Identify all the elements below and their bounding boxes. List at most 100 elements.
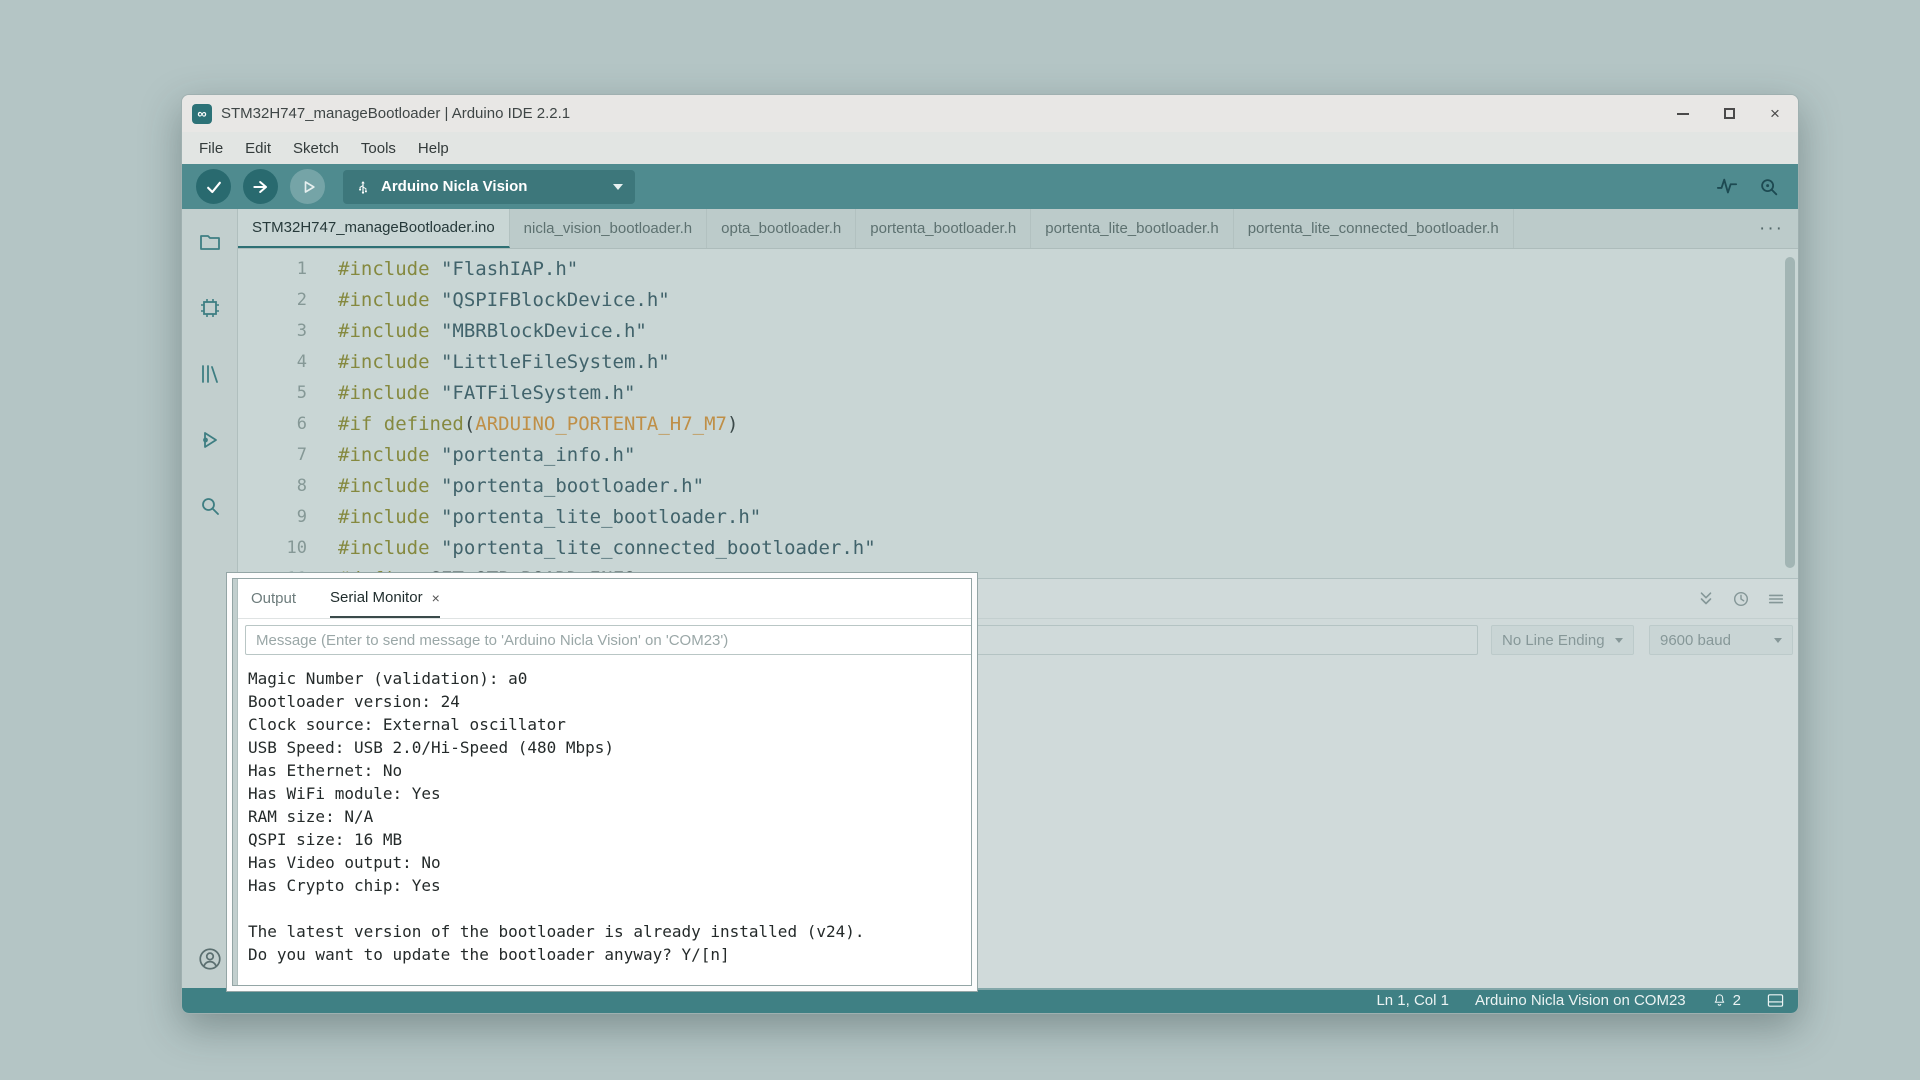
editor-tab[interactable]: portenta_bootloader.h [856, 209, 1031, 248]
serial-output-line: QSPI size: 16 MB [248, 828, 865, 851]
code-text: #include "LittleFileSystem.h" [338, 347, 670, 378]
code-text: #include "portenta_lite_bootloader.h" [338, 502, 761, 533]
code-line: 4 #include "LittleFileSystem.h" [238, 347, 1798, 378]
code-text: #include "FATFileSystem.h" [338, 378, 635, 409]
close-icon[interactable]: × [432, 590, 440, 606]
sidebar-item-debug[interactable] [197, 427, 223, 453]
board-selector-label: Arduino Nicla Vision [381, 178, 527, 195]
line-ending-value: No Line Ending [1502, 632, 1605, 649]
menu-item-tools[interactable]: Tools [350, 140, 407, 157]
line-number: 4 [238, 347, 307, 378]
serial-monitor-icon[interactable] [1758, 176, 1780, 198]
activity-sidebar [182, 209, 238, 990]
close-button[interactable]: × [1752, 95, 1798, 132]
baud-rate-value: 9600 baud [1660, 632, 1731, 649]
editor-tab[interactable]: portenta_lite_bootloader.h [1031, 209, 1233, 248]
maximize-button[interactable] [1706, 95, 1752, 132]
status-bar: Ln 1, Col 1 Arduino Nicla Vision on COM2… [182, 988, 1798, 1013]
minimize-icon [1677, 113, 1689, 115]
line-number: 6 [238, 409, 307, 440]
code-line: 7 #include "portenta_info.h" [238, 440, 1798, 471]
bell-icon [1712, 993, 1727, 1008]
usb-icon [355, 177, 371, 197]
serial-message-input[interactable] [245, 625, 1478, 655]
code-line: 8#include "portenta_bootloader.h" [238, 471, 1798, 502]
code-line: 1#include "FlashIAP.h" [238, 254, 1798, 285]
code-editor[interactable]: 1#include "FlashIAP.h"2 #include "QSPIFBl… [238, 249, 1798, 578]
line-number: 10 [238, 533, 307, 564]
editor-tab[interactable]: opta_bootloader.h [707, 209, 856, 248]
editor-tab-bar: STM32H747_manageBootloader.inonicla_visi… [238, 209, 1798, 249]
code-line: 2 #include "QSPIFBlockDevice.h" [238, 285, 1798, 316]
menu-item-help[interactable]: Help [407, 140, 460, 157]
line-number: 2 [238, 285, 307, 316]
panel-tab-output[interactable]: Output [251, 579, 296, 618]
tab-overflow-button[interactable]: ··· [1759, 209, 1784, 249]
debug-button[interactable] [290, 169, 325, 204]
timestamp-icon[interactable] [1732, 590, 1750, 608]
panel-menu-icon[interactable] [1767, 590, 1785, 608]
baud-rate-dropdown[interactable]: 9600 baud [1649, 625, 1793, 655]
toolbar: Arduino Nicla Vision [182, 164, 1798, 209]
chevron-down-icon [1615, 638, 1623, 643]
account-button[interactable] [197, 946, 223, 972]
code-line: 3#include "MBRBlockDevice.h" [238, 316, 1798, 347]
menu-item-edit[interactable]: Edit [234, 140, 282, 157]
account-icon [197, 946, 223, 972]
serial-output-line: Has Crypto chip: Yes [248, 874, 865, 897]
code-text: #include "FlashIAP.h" [338, 254, 578, 285]
notification-count: 2 [1733, 992, 1741, 1009]
serial-output-line: Bootloader version: 24 [248, 690, 865, 713]
code-text: #include "portenta_info.h" [338, 440, 635, 471]
upload-button[interactable] [243, 169, 278, 204]
board-connection-status: Arduino Nicla Vision on COM23 [1475, 992, 1686, 1009]
serial-output-line: Magic Number (validation): a0 [248, 667, 865, 690]
sidebar-item-sketchbook[interactable] [197, 229, 223, 255]
line-ending-dropdown[interactable]: No Line Ending [1491, 625, 1634, 655]
sidebar-item-boards-manager[interactable] [197, 295, 223, 321]
line-number: 9 [238, 502, 307, 533]
serial-output[interactable]: Magic Number (validation): a0Bootloader … [248, 667, 865, 966]
chip-icon [198, 296, 222, 320]
debug-play-icon [198, 428, 222, 452]
folder-icon [198, 230, 222, 254]
code-line: 9 #include "portenta_lite_bootloader.h" [238, 502, 1798, 533]
close-icon: × [1770, 104, 1780, 124]
verify-icon [204, 177, 224, 197]
minimize-button[interactable] [1660, 95, 1706, 132]
line-number: 8 [238, 471, 307, 502]
code-text: #include "QSPIFBlockDevice.h" [338, 285, 670, 316]
sidebar-item-search[interactable] [197, 493, 223, 519]
toggle-panel-icon[interactable] [1767, 993, 1784, 1008]
chevron-down-icon [613, 184, 623, 190]
panel-tab-bar: Output Serial Monitor× [238, 579, 1798, 619]
editor-tab[interactable]: nicla_vision_bootloader.h [510, 209, 707, 248]
serial-output-line: Do you want to update the bootloader any… [248, 943, 865, 966]
verify-button[interactable] [196, 169, 231, 204]
code-text: #define GET_OTP_BOARD_INFO [338, 564, 635, 578]
line-number: 5 [238, 378, 307, 409]
editor-tab[interactable]: STM32H747_manageBootloader.ino [238, 209, 510, 248]
line-number: 7 [238, 440, 307, 471]
chevron-down-icon [1774, 638, 1782, 643]
panel-tab-serial-monitor[interactable]: Serial Monitor× [330, 579, 440, 618]
serial-output-line: The latest version of the bootloader is … [248, 920, 865, 943]
notifications-button[interactable]: 2 [1712, 992, 1741, 1009]
code-text: #include "MBRBlockDevice.h" [338, 316, 647, 347]
sidebar-item-library-manager[interactable] [197, 361, 223, 387]
code-lines: 1#include "FlashIAP.h"2 #include "QSPIFBl… [238, 254, 1798, 578]
editor-scrollbar[interactable] [1785, 257, 1795, 568]
serial-plotter-icon[interactable] [1716, 176, 1738, 198]
search-icon [198, 494, 222, 518]
arduino-app-icon: ∞ [192, 104, 212, 124]
menu-item-sketch[interactable]: Sketch [282, 140, 350, 157]
cursor-position: Ln 1, Col 1 [1376, 992, 1449, 1009]
code-line: 11#define GET_OTP_BOARD_INFO [238, 564, 1798, 578]
toolbar-right [1716, 176, 1798, 198]
board-selector[interactable]: Arduino Nicla Vision [343, 170, 635, 204]
editor-tab[interactable]: portenta_lite_connected_bootloader.h [1234, 209, 1514, 248]
serial-output-line: USB Speed: USB 2.0/Hi-Speed (480 Mbps) [248, 736, 865, 759]
collapse-panel-icon[interactable] [1697, 590, 1715, 608]
menu-item-file[interactable]: File [188, 140, 234, 157]
serial-output-line: RAM size: N/A [248, 805, 865, 828]
